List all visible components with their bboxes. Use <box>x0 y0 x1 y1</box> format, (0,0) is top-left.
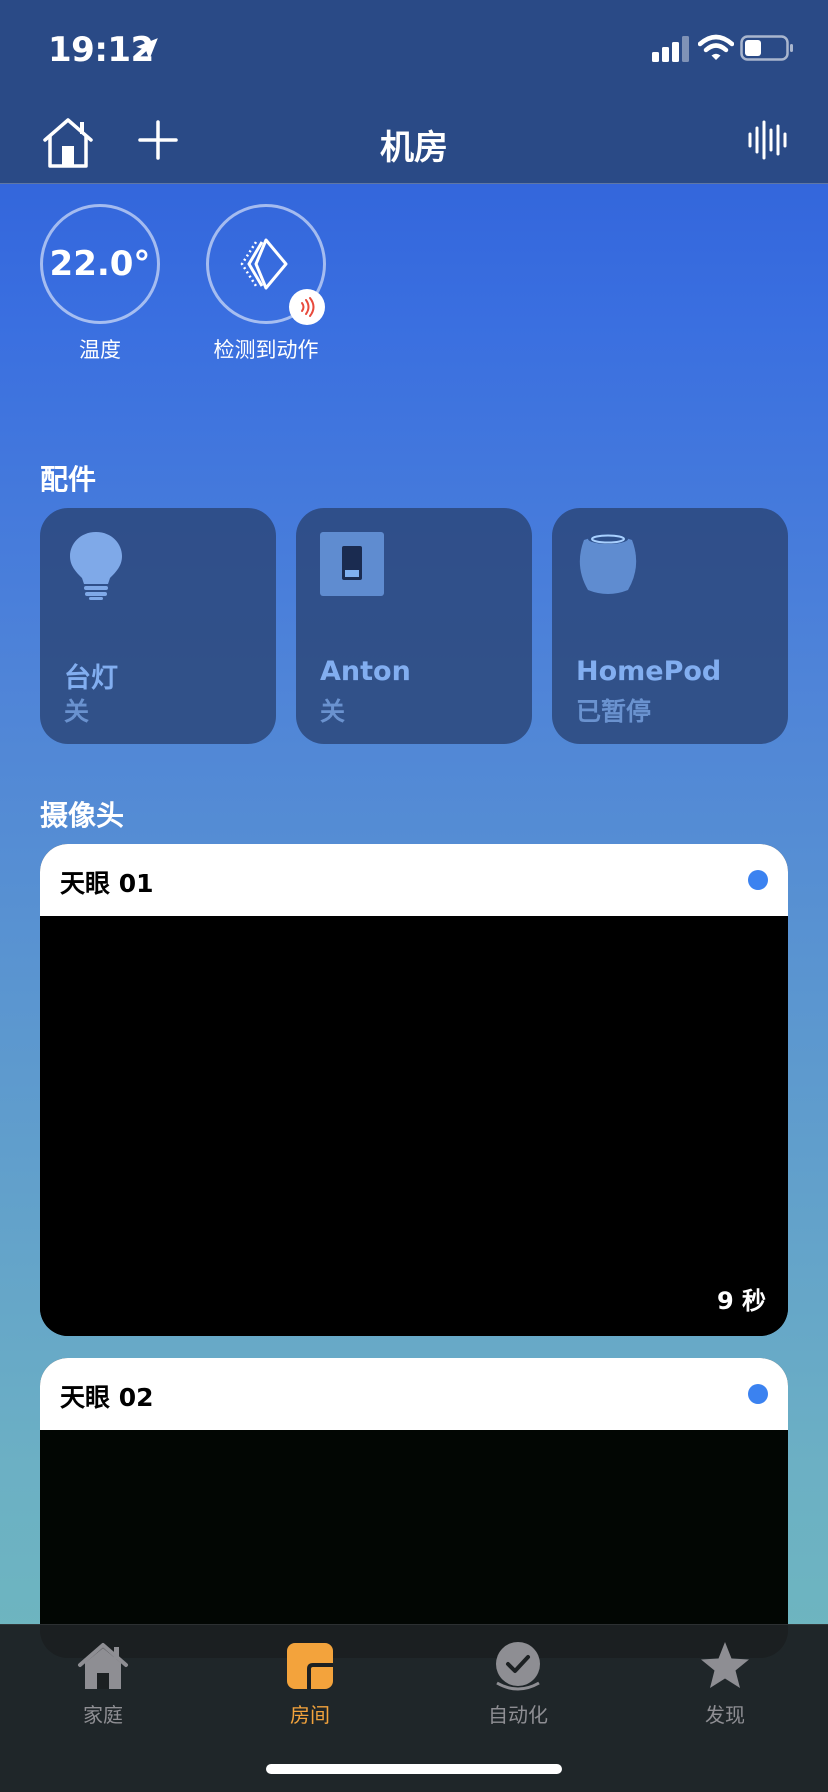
automation-icon <box>496 1642 540 1691</box>
live-indicator-dot <box>748 870 768 890</box>
tab-automation[interactable]: 自动化 <box>448 1639 588 1728</box>
accessory-tile-homepod[interactable]: HomePod 已暂停 <box>552 508 788 744</box>
wifi-icon <box>698 34 734 60</box>
page-title: 机房 <box>380 128 448 168</box>
camera-name: 天眼 01 <box>60 869 154 898</box>
section-title-cameras: 摄像头 <box>40 799 125 832</box>
camera-preview[interactable]: 9 秒 <box>40 916 788 1336</box>
accessory-name: Anton <box>320 656 411 687</box>
cellular-signal-icon <box>652 36 689 62</box>
accessory-name: 台灯 <box>64 663 118 694</box>
camera-name: 天眼 02 <box>60 1383 154 1412</box>
motion-label: 检测到动作 <box>213 338 319 362</box>
camera-card[interactable]: 天眼 02 <box>40 1358 788 1658</box>
navigation-bar: 机房 <box>0 100 828 184</box>
motion-detected-badge <box>289 289 325 325</box>
motion-status[interactable]: 检测到动作 <box>176 204 356 364</box>
camera-header: 天眼 01 <box>40 844 788 916</box>
tab-label: 自动化 <box>488 1703 548 1727</box>
tab-label: 家庭 <box>83 1703 123 1727</box>
star-icon <box>701 1642 749 1688</box>
tab-discover[interactable]: 发现 <box>655 1639 795 1728</box>
tab-label: 发现 <box>705 1703 745 1727</box>
temperature-label: 温度 <box>79 338 121 362</box>
live-indicator-dot <box>748 1384 768 1404</box>
intercom-waveform-icon[interactable] <box>744 116 792 164</box>
accessory-tile-anton[interactable]: Anton 关 <box>296 508 532 744</box>
home-icon <box>78 1643 128 1689</box>
accessory-state: 关 <box>64 697 90 726</box>
battery-icon <box>740 35 793 61</box>
temperature-status[interactable]: 22.0° 温度 <box>10 204 190 364</box>
tab-home[interactable]: 家庭 <box>33 1639 173 1728</box>
accessory-state: 已暂停 <box>576 697 652 726</box>
camera-card[interactable]: 天眼 01 9 秒 <box>40 844 788 1336</box>
lightbulb-icon <box>70 532 122 600</box>
motion-sensor-icon <box>240 238 288 290</box>
temperature-value: 22.0° <box>49 244 151 284</box>
temperature-circle: 22.0° <box>40 204 160 324</box>
motion-circle <box>206 204 326 325</box>
signal-waves-icon <box>301 297 315 317</box>
status-bar: 19:12 <box>0 0 828 100</box>
location-arrow-icon <box>136 38 158 60</box>
homepod-icon <box>579 534 637 594</box>
section-title-accessories: 配件 <box>40 463 97 496</box>
switch-icon <box>320 532 384 596</box>
accessory-state: 关 <box>320 697 346 726</box>
accessory-tile-lamp[interactable]: 台灯 关 <box>40 508 276 744</box>
camera-header: 天眼 02 <box>40 1358 788 1430</box>
home-indicator <box>266 1764 562 1774</box>
tab-label: 房间 <box>290 1703 330 1727</box>
tab-rooms[interactable]: 房间 <box>240 1639 380 1728</box>
accessory-name: HomePod <box>576 656 722 687</box>
camera-elapsed-time: 9 秒 <box>716 1287 766 1315</box>
rooms-icon <box>287 1643 333 1689</box>
